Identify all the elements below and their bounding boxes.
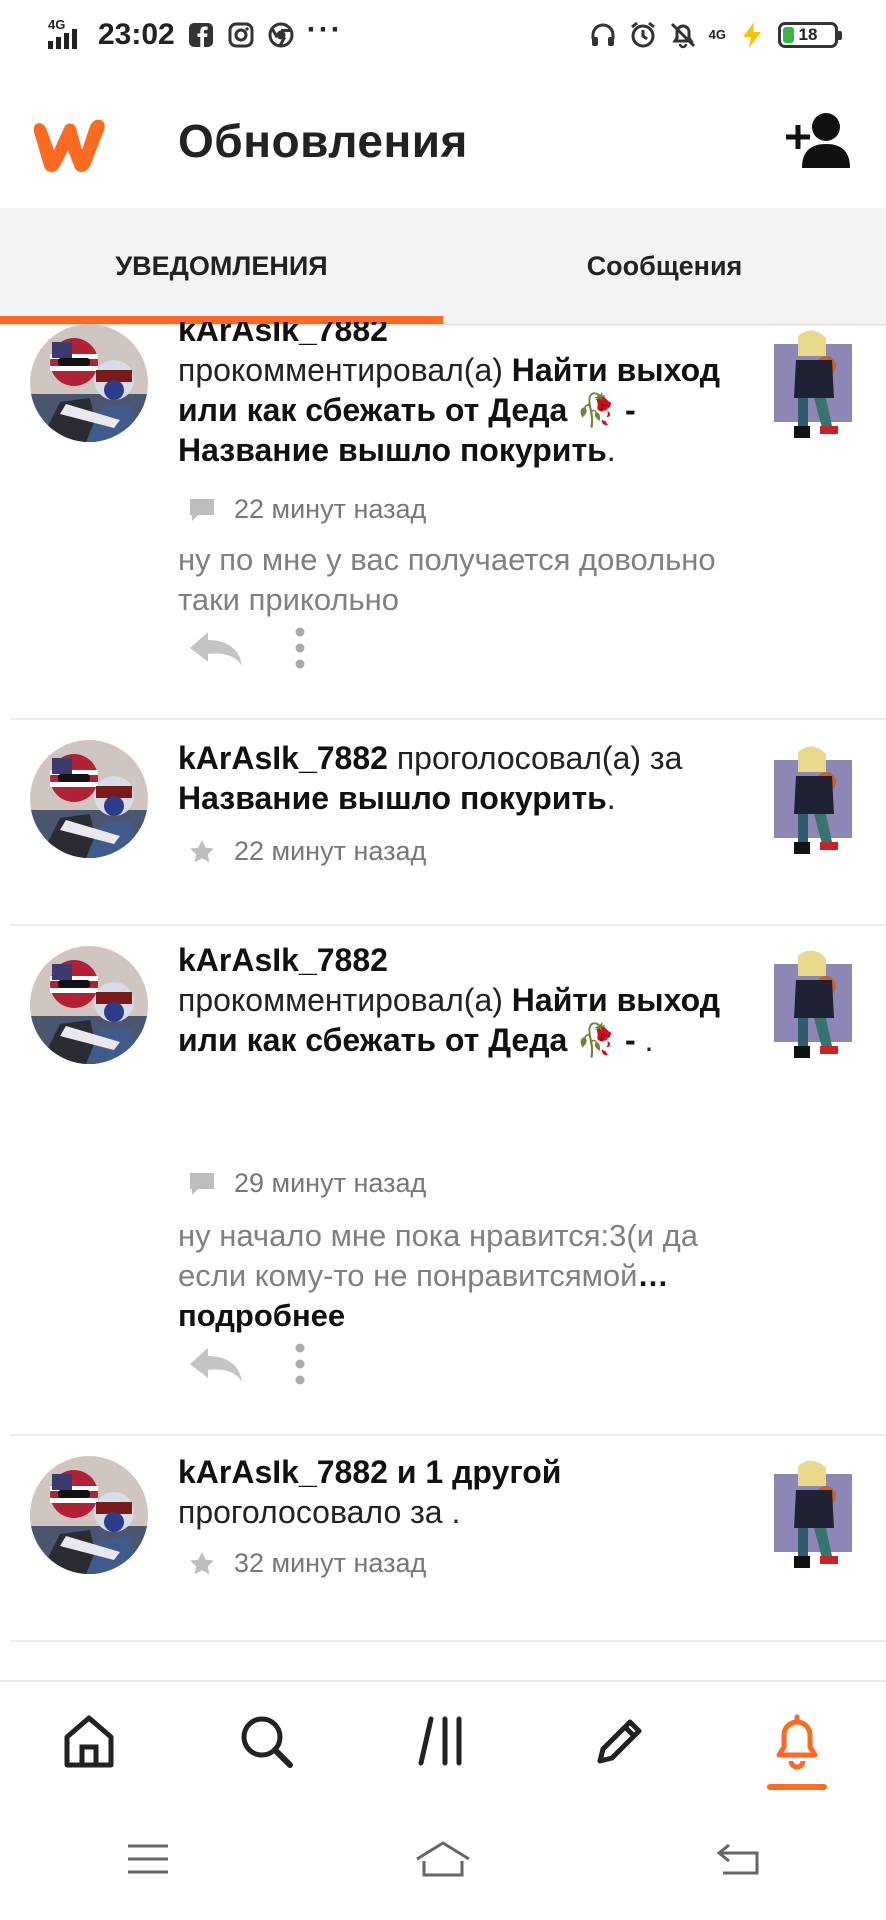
comment-text: ну начало мне пока нравится:3(и да если …: [178, 1218, 698, 1333]
reply-icon[interactable]: [186, 626, 246, 670]
facebook-icon: [187, 21, 215, 49]
notification-item[interactable]: kArAsIk_7882 и 1 другой проголосовало за…: [10, 1436, 886, 1642]
app-header: Обновления: [0, 70, 886, 208]
story-cover[interactable]: [774, 946, 852, 1062]
reply-icon[interactable]: [186, 1342, 246, 1386]
notification-text: kArAsIk_7882 и 1 другой проголосовало за…: [178, 1454, 562, 1530]
tab-messages[interactable]: Сообщения: [443, 208, 886, 324]
avatar[interactable]: [30, 324, 148, 442]
add-user-icon[interactable]: [784, 110, 854, 170]
cellular-signal-icon: 4G: [48, 18, 86, 51]
page-title: Обновления: [178, 115, 468, 167]
alarm-icon: [629, 21, 657, 49]
story-cover[interactable]: [774, 742, 852, 858]
sys-menu[interactable]: [0, 1798, 295, 1920]
story-title[interactable]: Название вышло покурить: [178, 780, 607, 816]
story-cover[interactable]: [774, 326, 852, 442]
more-notifications-icon: ···: [306, 13, 343, 46]
action-text: прокомментировал(а): [178, 982, 503, 1018]
back-icon: [716, 1843, 759, 1875]
search-icon: [241, 1716, 293, 1768]
more-options-icon[interactable]: [292, 1342, 308, 1386]
timestamp: 29 минут назад: [234, 1168, 427, 1198]
system-home-icon: [416, 1841, 470, 1877]
system-navigation: [0, 1798, 886, 1920]
notification-text: kArAsIk_7882 прокомментировал(а) Найти в…: [178, 322, 748, 470]
headphones-icon: [589, 21, 617, 49]
battery-icon: 18: [778, 22, 842, 48]
comment-icon: [190, 498, 214, 521]
username[interactable]: kArAsIk_7882: [178, 942, 388, 978]
actions-row-container: [10, 610, 886, 720]
timestamp-row: 22 минут назад: [188, 494, 426, 525]
timestamp: 32 минут назад: [234, 1548, 427, 1578]
timestamp-row: 32 минут назад: [188, 1548, 426, 1579]
action-text: проголосовало за: [178, 1494, 443, 1530]
username[interactable]: kArAsIk_7882: [178, 322, 388, 348]
notifications-feed[interactable]: kArAsIk_7882 прокомментировал(а) Найти в…: [0, 322, 886, 1680]
bell-icon: [776, 1714, 818, 1770]
action-text: прокомментировал(а): [178, 352, 503, 388]
charging-icon: [738, 21, 766, 49]
notification-text: kArAsIk_7882 прокомментировал(а) Найти в…: [178, 942, 721, 1058]
more-options-icon[interactable]: [292, 626, 308, 670]
action-text: проголосовал(а) за: [396, 740, 683, 776]
comment-icon: [190, 1172, 214, 1195]
notification-item[interactable]: kArAsIk_7882 проголосовал(а) за Название…: [10, 722, 886, 926]
tab-notifications[interactable]: УВЕДОМЛЕНИЯ: [0, 208, 443, 324]
nav-home[interactable]: [0, 1682, 177, 1800]
avatar[interactable]: [30, 1456, 148, 1574]
menu-icon: [127, 1844, 168, 1874]
timestamp-row: 29 минут назад: [188, 1168, 426, 1199]
status-bar: 4G 23:02 ··· 4G 18: [0, 0, 886, 70]
timestamp-row: 22 минут назад: [188, 836, 426, 867]
bottom-navigation: [0, 1680, 886, 1800]
nav-search[interactable]: [177, 1682, 354, 1800]
sys-back[interactable]: [591, 1798, 886, 1920]
notification-item[interactable]: kArAsIk_7882 прокомментировал(а) Найти в…: [10, 322, 886, 617]
comment-text: ну по мне у вас получается довольно таки…: [178, 542, 716, 617]
nav-write[interactable]: [532, 1682, 709, 1800]
nav-library[interactable]: [354, 1682, 531, 1800]
avatar[interactable]: [30, 946, 148, 1064]
wattpad-logo[interactable]: [28, 110, 110, 174]
chrome-icon: [267, 21, 295, 49]
star-icon: [190, 839, 214, 862]
avatar[interactable]: [30, 740, 148, 858]
timestamp: 22 минут назад: [234, 494, 427, 524]
notification-text: kArAsIk_7882 проголосовал(а) за Название…: [178, 740, 683, 816]
mute-bell-icon: [669, 21, 697, 49]
nav-notifications[interactable]: [709, 1682, 886, 1800]
username[interactable]: kArAsIk_7882 и 1 другой: [178, 1454, 561, 1490]
home-icon: [64, 1715, 114, 1768]
username[interactable]: kArAsIk_7882: [178, 740, 388, 776]
notification-item[interactable]: kArAsIk_7882 прокомментировал(а) Найти в…: [10, 926, 886, 1436]
network-type: 4G: [708, 27, 726, 42]
library-icon: [418, 1716, 462, 1766]
sys-home[interactable]: [295, 1798, 590, 1920]
tab-bar: УВЕДОМЛЕНИЯ Сообщения: [0, 208, 886, 324]
instagram-icon: [227, 21, 255, 49]
pencil-icon: [597, 1719, 642, 1764]
clock: 23:02: [98, 18, 175, 51]
timestamp: 22 минут назад: [234, 836, 427, 866]
story-cover[interactable]: [774, 1456, 852, 1572]
star-icon: [190, 1551, 214, 1574]
